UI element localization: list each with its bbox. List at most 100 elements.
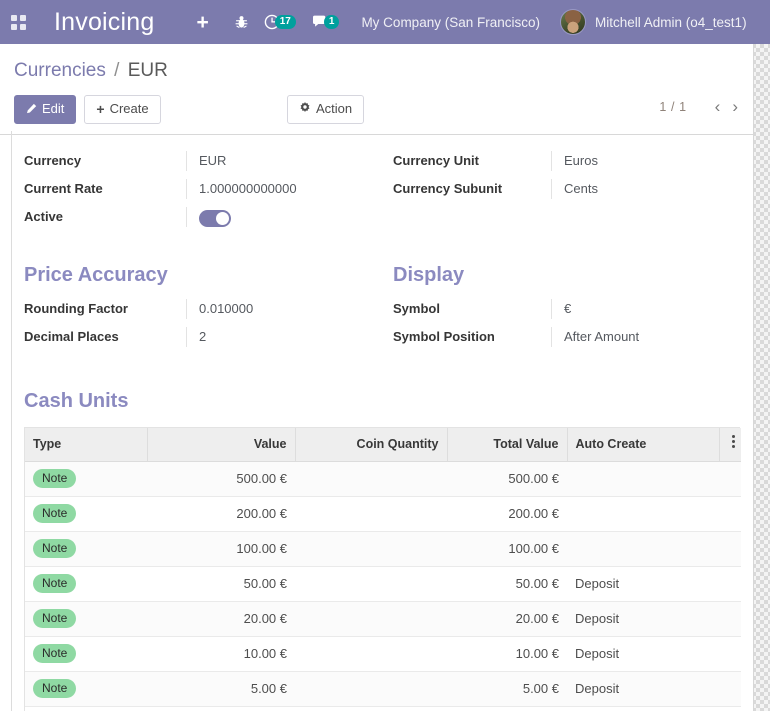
cell-type: Note: [25, 567, 147, 602]
topbar-systray: 17 1: [235, 10, 340, 34]
cell-total-value: 20.00 €: [447, 602, 567, 637]
cell-total-value: 500.00 €: [447, 462, 567, 497]
pager-previous-button[interactable]: ‹: [709, 98, 727, 115]
type-tag[interactable]: Note: [33, 539, 76, 558]
type-tag[interactable]: Note: [33, 644, 76, 663]
table-row[interactable]: Note 5.00 € 5.00 € Deposit: [25, 672, 741, 707]
cell-total-value: 200.00 €: [447, 497, 567, 532]
activity-menu-icon[interactable]: 17: [264, 10, 296, 34]
column-header-coin-quantity[interactable]: Coin Quantity: [295, 428, 447, 462]
debug-bug-icon[interactable]: [235, 10, 248, 34]
field-decimal-places: Decimal Places 2: [24, 327, 381, 347]
action-button[interactable]: Action: [287, 95, 364, 124]
avatar: [560, 9, 586, 35]
cell-type: Note: [25, 462, 147, 497]
cell-type: Coin Roll: [25, 707, 147, 711]
type-tag[interactable]: Note: [33, 574, 76, 593]
breadcrumb-current-record: EUR: [128, 60, 168, 81]
group-display: Display Symbol € Symbol Position After A…: [381, 235, 738, 355]
table-row[interactable]: Note 20.00 € 20.00 € Deposit: [25, 602, 741, 637]
field-currency-unit-label: Currency Unit: [393, 151, 551, 171]
active-toggle[interactable]: [199, 210, 231, 227]
table-row[interactable]: Note 200.00 € 200.00 €: [25, 497, 741, 532]
table-row[interactable]: Note 500.00 € 500.00 €: [25, 462, 741, 497]
cell-coin-quantity: [295, 532, 447, 567]
table-row[interactable]: Coin Roll 2.00 € 25 50.00 €: [25, 707, 741, 711]
control-panel-buttons: Edit + Create Action 1 / 1 ‹ ›: [0, 86, 754, 134]
pager-next-button[interactable]: ›: [726, 98, 744, 115]
field-symbol-value[interactable]: €: [551, 299, 738, 319]
cell-value: 10.00 €: [147, 637, 295, 672]
cell-auto-create: Deposit: [567, 567, 719, 602]
column-header-type[interactable]: Type: [25, 428, 147, 462]
messaging-menu-icon[interactable]: 1: [312, 10, 340, 34]
apps-menu-icon[interactable]: [0, 0, 36, 44]
cell-total-value: 5.00 €: [447, 672, 567, 707]
pencil-icon: [26, 103, 37, 116]
create-button-label: Create: [110, 101, 149, 117]
vertical-dots-icon[interactable]: [731, 435, 735, 450]
cash-units-title: Cash Units: [24, 389, 738, 413]
table-row[interactable]: Note 100.00 € 100.00 €: [25, 532, 741, 567]
user-menu[interactable]: Mitchell Admin (o4_test1): [560, 9, 747, 35]
type-tag[interactable]: Note: [33, 469, 76, 488]
create-button[interactable]: + Create: [84, 95, 160, 124]
column-header-auto-create[interactable]: Auto Create: [567, 428, 719, 462]
content-area: Currencies / EUR Edit + Create: [0, 44, 754, 711]
table-row[interactable]: Note 50.00 € 50.00 € Deposit: [25, 567, 741, 602]
cell-auto-create: [567, 462, 719, 497]
cell-auto-create: Deposit: [567, 672, 719, 707]
cell-value: 200.00 €: [147, 497, 295, 532]
cell-value: 2.00 €: [147, 707, 295, 711]
field-symbol-position-label: Symbol Position: [393, 327, 551, 347]
cell-value: 50.00 €: [147, 567, 295, 602]
cell-auto-create: [567, 532, 719, 567]
messaging-counter-badge: 1: [324, 15, 340, 29]
type-tag[interactable]: Note: [33, 504, 76, 523]
field-currency-label: Currency: [24, 151, 186, 171]
cash-units-table-body: Note 500.00 € 500.00 € Note 200.00 € 200…: [25, 462, 741, 711]
cell-type: Note: [25, 532, 147, 567]
action-button-label: Action: [316, 101, 352, 117]
app-name[interactable]: Invoicing: [54, 10, 154, 35]
breadcrumb-parent-currencies[interactable]: Currencies: [14, 60, 106, 81]
type-tag[interactable]: Note: [33, 609, 76, 628]
field-current-rate-value[interactable]: 1.000000000000: [186, 179, 381, 199]
column-header-value[interactable]: Value: [147, 428, 295, 462]
cash-units-list: Type Value Coin Quantity Total Value Aut…: [24, 427, 740, 711]
table-row[interactable]: Note 10.00 € 10.00 € Deposit: [25, 637, 741, 672]
field-currency-value[interactable]: EUR: [186, 151, 381, 171]
field-active-value: [186, 207, 381, 227]
column-header-total-value[interactable]: Total Value: [447, 428, 567, 462]
field-currency: Currency EUR: [24, 151, 381, 171]
field-decimal-places-value[interactable]: 2: [186, 327, 381, 347]
field-rounding-factor-value[interactable]: 0.010000: [186, 299, 381, 319]
price-accuracy-title: Price Accuracy: [24, 263, 381, 287]
pager: 1 / 1 ‹ ›: [659, 98, 744, 115]
cash-units-table: Type Value Coin Quantity Total Value Aut…: [25, 428, 741, 711]
control-panel: Currencies / EUR Edit + Create: [0, 44, 754, 135]
pager-value: 1 / 1: [659, 100, 686, 114]
cell-options: [719, 567, 741, 602]
company-switcher[interactable]: My Company (San Francisco): [361, 15, 540, 30]
cash-units-table-head: Type Value Coin Quantity Total Value Aut…: [25, 428, 741, 462]
cell-value: 5.00 €: [147, 672, 295, 707]
field-current-rate: Current Rate 1.000000000000: [24, 179, 381, 199]
quick-create-plus-icon[interactable]: +: [196, 12, 208, 33]
field-group-right: Currency Unit Euros Currency Subunit Cen…: [381, 151, 738, 235]
field-currency-unit-value[interactable]: Euros: [551, 151, 738, 171]
field-symbol-position-value[interactable]: After Amount: [551, 327, 738, 347]
cell-auto-create: [567, 707, 719, 711]
cell-coin-quantity: [295, 637, 447, 672]
cell-total-value: 50.00 €: [447, 567, 567, 602]
activity-counter-badge: 17: [275, 15, 296, 29]
cell-coin-quantity: [295, 497, 447, 532]
field-currency-subunit: Currency Subunit Cents: [393, 179, 738, 199]
edit-button[interactable]: Edit: [14, 95, 76, 124]
cell-options: [719, 497, 741, 532]
type-tag[interactable]: Note: [33, 679, 76, 698]
cell-coin-quantity: [295, 672, 447, 707]
field-currency-subunit-value[interactable]: Cents: [551, 179, 738, 199]
field-symbol: Symbol €: [393, 299, 738, 319]
breadcrumb-separator: /: [111, 60, 122, 81]
